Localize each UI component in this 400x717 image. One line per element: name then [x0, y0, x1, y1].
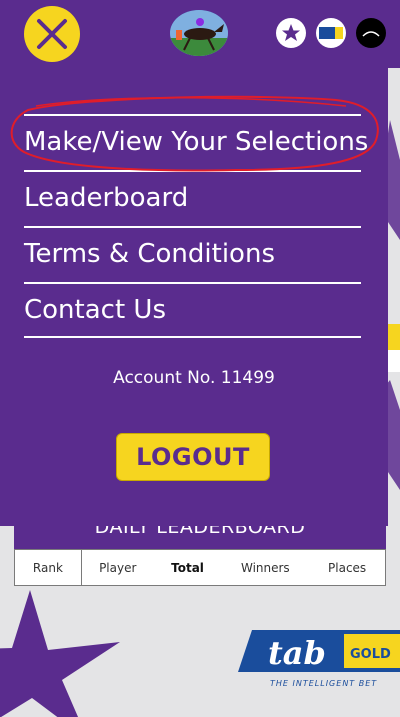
menu-list: Make/View Your Selections Leaderboard Te…	[24, 114, 368, 338]
menu-item-make-view-selections[interactable]: Make/View Your Selections	[24, 114, 368, 170]
account-number: Account No. 11499	[113, 368, 275, 388]
column-rank[interactable]: Rank	[15, 550, 82, 585]
svg-text:THE INTELLIGENT BET: THE INTELLIGENT BET	[270, 679, 377, 688]
column-player[interactable]: Player	[82, 550, 154, 585]
background-star-icon	[0, 590, 120, 717]
close-icon	[37, 19, 67, 49]
racehorse-logo-icon[interactable]	[170, 10, 228, 56]
column-total[interactable]: Total	[154, 550, 222, 585]
leaderboard-table-header: Rank Player Total Winners Places	[14, 549, 386, 586]
svg-text:GOLD: GOLD	[350, 647, 391, 662]
star-sponsor-icon[interactable]	[276, 18, 306, 48]
navigation-menu: Make/View Your Selections Leaderboard Te…	[0, 68, 388, 526]
tab-sponsor-icon[interactable]	[316, 18, 346, 48]
tab-logo-bottom: tab GOLD THE INTELLIGENT BET	[238, 630, 400, 688]
close-menu-button[interactable]	[24, 6, 80, 62]
column-winners[interactable]: Winners	[221, 550, 309, 585]
menu-item-terms-conditions[interactable]: Terms & Conditions	[24, 226, 361, 282]
menu-item-contact-us[interactable]: Contact Us	[24, 282, 361, 338]
black-sponsor-icon[interactable]	[356, 18, 386, 48]
menu-item-leaderboard[interactable]: Leaderboard	[24, 170, 361, 226]
logout-button[interactable]: LOGOUT	[116, 433, 270, 481]
svg-text:tab: tab	[268, 634, 326, 672]
column-places[interactable]: Places	[309, 550, 385, 585]
